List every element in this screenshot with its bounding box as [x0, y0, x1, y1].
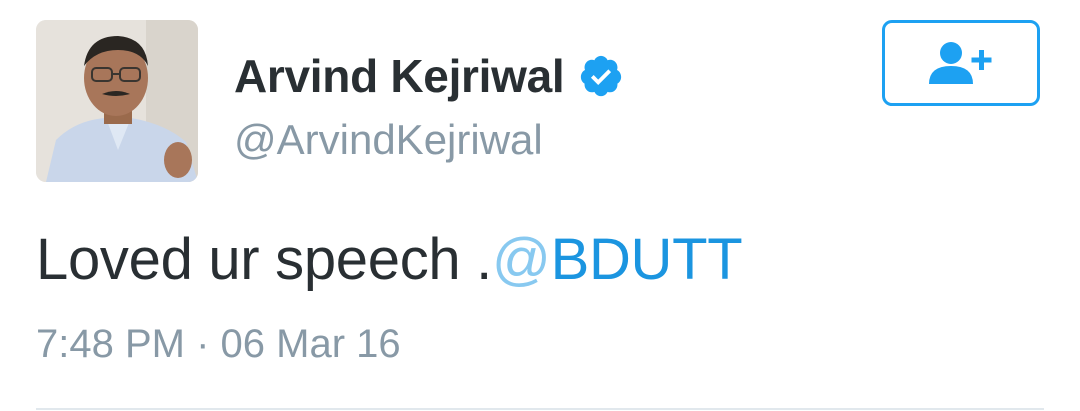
author-handle[interactable]: @ArvindKejriwal	[234, 116, 543, 164]
verified-badge-icon	[578, 53, 624, 99]
mention-at-symbol: @	[491, 227, 551, 292]
tweet-text: Loved ur speech .@BDUTT	[36, 226, 743, 293]
avatar[interactable]	[36, 20, 198, 182]
follow-button[interactable]	[882, 20, 1040, 106]
mention-username: BDUTT	[550, 227, 743, 292]
avatar-photo-icon	[36, 20, 198, 182]
mention-link[interactable]: @BDUTT	[491, 227, 743, 292]
tweet-card: Arvind Kejriwal @ArvindKejriwal Loved ur…	[0, 0, 1080, 411]
divider	[36, 408, 1044, 410]
tweet-timestamp[interactable]: 7:48 PM · 06 Mar 16	[36, 322, 401, 367]
author-name-row[interactable]: Arvind Kejriwal	[234, 44, 624, 108]
timestamp-separator: ·	[196, 322, 210, 366]
tweet-date: 06 Mar 16	[220, 322, 401, 366]
author-display-name[interactable]: Arvind Kejriwal	[234, 49, 565, 103]
tweet-time: 7:48 PM	[36, 322, 185, 366]
add-user-icon	[929, 42, 992, 84]
tweet-body: Loved ur speech .	[36, 227, 492, 292]
